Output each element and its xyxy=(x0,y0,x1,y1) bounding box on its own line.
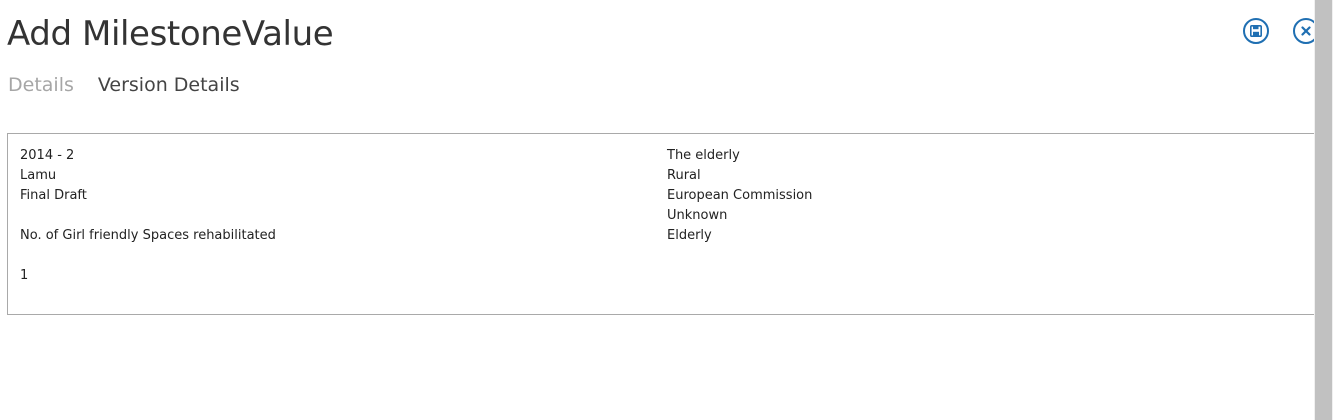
donor-value: European Commission xyxy=(667,188,813,203)
location-value: Lamu xyxy=(20,168,57,183)
scrollbar-thumb[interactable] xyxy=(1315,0,1332,420)
details-left-column: 2014 - 2 Lamu Final Draft No. of Girl fr… xyxy=(20,146,276,286)
tab-details[interactable]: Details xyxy=(8,72,74,98)
details-right-column: The elderly Rural European Commission Un… xyxy=(667,146,812,246)
tab-version-details[interactable]: Version Details xyxy=(98,72,240,98)
save-icon xyxy=(1250,25,1262,37)
unknown-value: Unknown xyxy=(667,208,728,223)
tab-bar: Details Version Details xyxy=(8,72,240,98)
indicator-value: No. of Girl friendly Spaces rehabilitate… xyxy=(20,228,276,243)
close-icon xyxy=(1301,26,1311,36)
version-details-panel: 2014 - 2 Lamu Final Draft No. of Girl fr… xyxy=(7,133,1323,315)
area-type-value: Rural xyxy=(667,168,701,183)
status-value: Final Draft xyxy=(20,188,87,203)
vertical-scrollbar[interactable] xyxy=(1314,0,1333,420)
empty-row xyxy=(20,246,276,266)
disaggregation-value: Elderly xyxy=(667,228,712,243)
period-value: 2014 - 2 xyxy=(20,148,75,163)
empty-row xyxy=(20,206,276,226)
save-button[interactable] xyxy=(1243,18,1269,44)
add-milestone-value-page: Add MilestoneValue Details Version Detai… xyxy=(0,0,1333,420)
target-group-value: The elderly xyxy=(667,148,740,163)
milestone-value: 1 xyxy=(20,268,29,283)
page-title: Add MilestoneValue xyxy=(7,14,334,54)
